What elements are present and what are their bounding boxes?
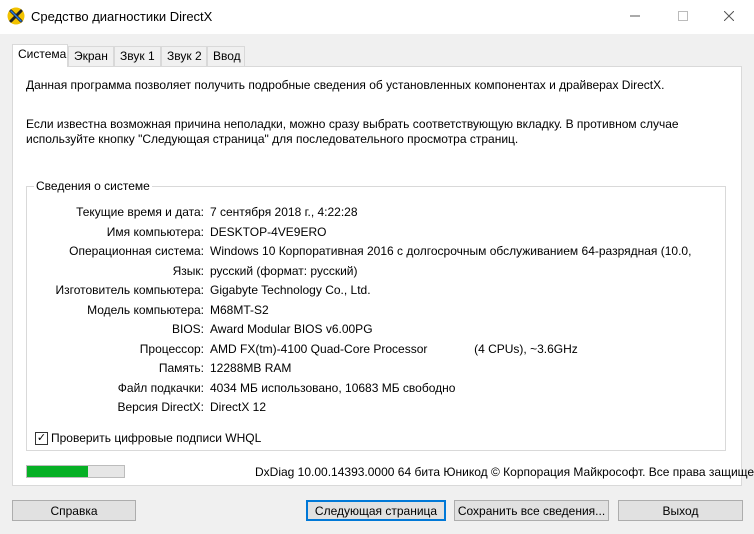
whql-label: Проверить цифровые подписи WHQL xyxy=(51,431,262,445)
info-label: Имя компьютера: xyxy=(106,224,204,239)
info-value: Windows 10 Корпоративная 2016 с долгосро… xyxy=(210,244,692,258)
info-value: Award Modular BIOS v6.00PG xyxy=(210,322,373,336)
info-label: Файл подкачки: xyxy=(117,380,204,395)
title-bar[interactable]: Средство диагностики DirectX xyxy=(0,0,754,34)
info-label: Язык: xyxy=(172,263,204,278)
info-value: Gigabyte Technology Co., Ltd. xyxy=(210,283,371,297)
info-row-os: Операционная система: Windows 10 Корпора… xyxy=(27,244,725,262)
maximize-button[interactable] xyxy=(660,0,706,32)
info-value: 7 сентября 2018 г., 4:22:28 xyxy=(210,205,358,219)
info-row-memory: Память: 12288MB RAM xyxy=(27,361,725,379)
info-label: Изготовитель компьютера: xyxy=(55,283,205,297)
info-label: Процессор: xyxy=(139,341,204,356)
info-label: Текущие время и дата: xyxy=(76,205,204,219)
tab-display[interactable]: Экран xyxy=(68,46,114,66)
dxdiag-window: Средство диагностики DirectX Система Экр… xyxy=(0,0,754,534)
info-label: Операционная система: xyxy=(69,244,204,258)
copyright-text: DxDiag 10.00.14393.0000 64 бита Юникод ©… xyxy=(255,465,754,479)
info-row-model: Модель компьютера: M68MT-S2 xyxy=(27,303,725,321)
tab-sound-1[interactable]: Звук 1 xyxy=(114,46,161,66)
info-row-datetime: Текущие время и дата: 7 сентября 2018 г.… xyxy=(27,205,725,223)
info-row-processor: Процессор: AMD FX(tm)-4100 Quad-Core Pro… xyxy=(27,342,725,360)
info-label: BIOS: xyxy=(171,322,204,336)
info-value: M68MT-S2 xyxy=(210,302,269,317)
info-row-pagefile: Файл подкачки: 4034 МБ использовано, 106… xyxy=(27,381,725,399)
info-label: Модель компьютера: xyxy=(87,302,204,317)
close-icon xyxy=(724,11,734,21)
info-row-language: Язык: русский (формат: русский) xyxy=(27,264,725,282)
maximize-icon xyxy=(678,11,688,21)
info-row-manufacturer: Изготовитель компьютера: Gigabyte Techno… xyxy=(27,283,725,301)
minimize-icon xyxy=(630,15,640,17)
progress-bar xyxy=(26,465,125,478)
info-row-bios: BIOS: Award Modular BIOS v6.00PG xyxy=(27,322,725,340)
save-all-info-button[interactable]: Сохранить все сведения... xyxy=(454,500,609,521)
progress-fill xyxy=(27,466,88,477)
system-info-group: Сведения о системе Текущие время и дата:… xyxy=(26,179,726,451)
info-value: AMD FX(tm)-4100 Quad-Core Processor (4 C… xyxy=(210,341,578,356)
exit-button[interactable]: Выход xyxy=(618,500,743,521)
tab-system[interactable]: Система xyxy=(12,44,68,67)
minimize-button[interactable] xyxy=(612,0,658,32)
info-row-directx-version: Версия DirectX: DirectX 12 xyxy=(27,400,725,418)
info-value: DESKTOP-4VE9ERO xyxy=(210,224,327,239)
info-value: 12288MB RAM xyxy=(210,361,292,375)
info-label: Версия DirectX: xyxy=(117,400,204,414)
info-value: русский (формат: русский) xyxy=(210,263,358,278)
checkbox-check-icon[interactable]: ✓ xyxy=(35,432,48,445)
info-label: Память: xyxy=(158,361,204,375)
info-row-computer-name: Имя компьютера: DESKTOP-4VE9ERO xyxy=(27,225,725,243)
help-button[interactable]: Справка xyxy=(12,500,136,521)
next-page-button[interactable]: Следующая страница xyxy=(306,500,446,521)
tab-panel-system: Данная программа позволяет получить подр… xyxy=(12,66,742,486)
directx-x-icon xyxy=(7,7,25,25)
group-title: Сведения о системе xyxy=(34,179,152,193)
tab-sound-2[interactable]: Звук 2 xyxy=(161,46,207,66)
intro-text-2: Если известна возможная причина неполадк… xyxy=(26,117,679,146)
window-title: Средство диагностики DirectX xyxy=(31,9,213,24)
intro-text-1: Данная программа позволяет получить подр… xyxy=(26,78,665,92)
tab-input[interactable]: Ввод xyxy=(207,46,245,66)
info-value: DirectX 12 xyxy=(210,400,267,414)
info-value: 4034 МБ использовано, 10683 МБ свободно xyxy=(210,380,456,395)
close-button[interactable] xyxy=(706,0,752,32)
